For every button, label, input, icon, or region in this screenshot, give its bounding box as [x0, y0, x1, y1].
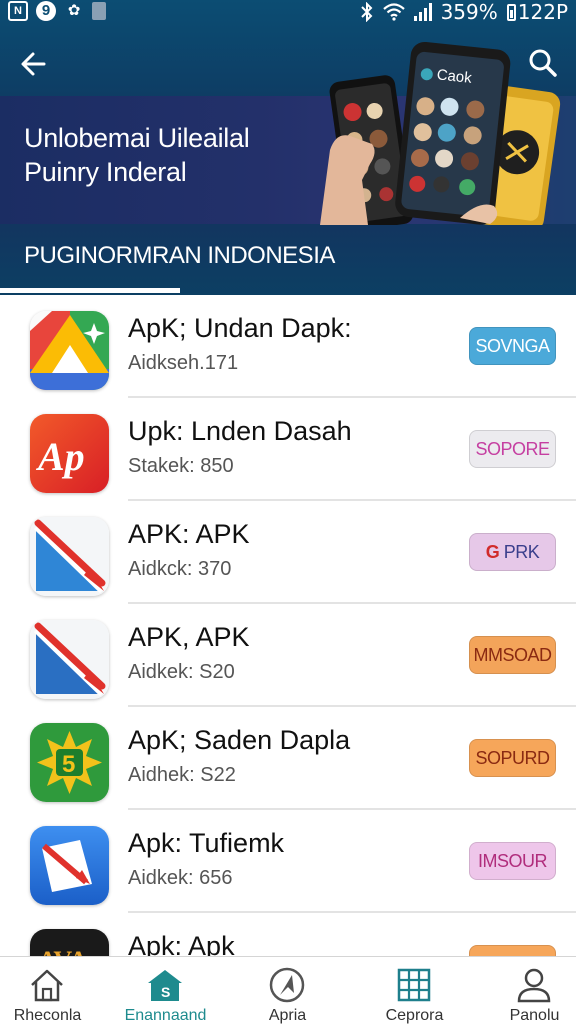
nav-item-apria[interactable]: Apria — [230, 957, 345, 1024]
file-icon — [92, 2, 106, 20]
list-item[interactable]: Apk: Tufiemk Aidkek: 656 IMSOUR — [0, 810, 576, 913]
battery-icon — [506, 3, 516, 21]
bottom-nav: Rheconla S Enannaand Apria Ceprora Panol… — [0, 956, 576, 1024]
svg-text:S: S — [161, 984, 170, 1000]
list-item[interactable]: AVA Apk: Apk — [0, 913, 576, 956]
list-item[interactable]: ApK; Undan Dapk: Aidkseh.171 SOVNGA — [0, 295, 576, 398]
banner-title-line2: Puinry Inderal — [24, 157, 187, 187]
compass-icon — [269, 967, 305, 1003]
app-name: Apk: Apk — [128, 931, 235, 956]
nav-label: Enannaand — [124, 1007, 207, 1024]
list-item[interactable]: APK, APK Aidkek: S20 MMSOAD — [0, 604, 576, 707]
app-script-text: Ap — [35, 434, 85, 479]
app-script-icon: Ap — [30, 414, 109, 493]
circle-9-icon: 9 — [36, 1, 56, 21]
document-arrow-icon — [30, 826, 109, 905]
phones-illustration: Caok — [320, 41, 561, 225]
list-item[interactable]: APK: APK Aidkck: 370 G PRK — [0, 501, 576, 604]
puzzle-icon: ✿ — [67, 2, 81, 19]
battery-percent: 359% — [440, 0, 498, 24]
home-icon — [31, 969, 63, 1002]
app-subtitle: Aidkek: 656 — [128, 867, 233, 889]
app-action-label: PRK — [503, 542, 540, 562]
app-name: APK, APK — [128, 622, 250, 652]
app-subtitle: Stakek: 850 — [128, 455, 234, 477]
app-name: Upk: Lnden Dasah — [128, 416, 352, 446]
sun-digit: 5 — [62, 751, 75, 778]
tab-indicator — [0, 288, 180, 293]
nav-item-rheconla[interactable]: Rheconla — [0, 957, 105, 1024]
app-subtitle: Aidhek: S22 — [128, 764, 236, 786]
back-button[interactable] — [16, 46, 52, 82]
status-time: 122P — [517, 0, 568, 24]
ava-icon: AVA — [30, 929, 109, 956]
ava-text: AVA — [38, 946, 88, 956]
n-badge-icon: N — [8, 1, 28, 21]
bluetooth-icon — [360, 2, 372, 22]
app-action-button[interactable]: MMSOAD — [469, 636, 556, 674]
signal-icon — [413, 3, 432, 21]
list-item[interactable]: Ap Upk: Lnden Dasah Stakek: 850 SOPORE — [0, 398, 576, 501]
app-name: ApK; Saden Dapla — [128, 725, 351, 755]
app-action-button[interactable]: SOVNGA — [469, 327, 556, 365]
store-icon: S — [148, 970, 182, 1001]
app-action-button[interactable]: SOPURD — [469, 739, 556, 777]
app-action-button[interactable] — [469, 945, 556, 956]
app-name: APK: APK — [128, 519, 250, 549]
arrow-left-icon — [21, 52, 46, 76]
banner-title-line1: Unlobemai Uileailal — [24, 123, 250, 153]
tent-icon — [30, 311, 109, 390]
arrow-triangle-icon — [30, 620, 109, 699]
nav-item-ceprora[interactable]: Ceprora — [357, 957, 472, 1024]
app-action-button[interactable]: G PRK — [469, 533, 556, 571]
app-header: N 9 ✿ 359% 122P Unlobemai Uileailal Puin… — [0, 0, 576, 295]
nav-item-enannaand[interactable]: S Enannaand — [108, 957, 223, 1024]
c-logo-icon: G — [485, 542, 500, 562]
profile-icon — [517, 968, 551, 1003]
list-item[interactable]: 5 ApK; Saden Dapla Aidhek: S22 SOPURD — [0, 707, 576, 810]
banner-title: Unlobemai Uileailal Puinry Inderal — [24, 121, 324, 189]
app-list: ApK; Undan Dapk: Aidkseh.171 SOVNGA Ap U… — [0, 295, 576, 956]
wifi-icon — [382, 3, 405, 21]
app-action-button[interactable]: IMSOUR — [469, 842, 556, 880]
nav-label: Apria — [268, 1007, 307, 1024]
app-subtitle: Aidkek: S20 — [128, 661, 235, 683]
status-bar: N 9 ✿ 359% 122P — [0, 0, 576, 26]
app-subtitle: Aidkseh.171 — [128, 352, 239, 374]
nav-label: Rheconla — [13, 1007, 82, 1024]
tab-indonesia[interactable]: PUGINORMRAN INDONESIA — [24, 242, 335, 270]
app-name: ApK; Undan Dapk: — [128, 313, 352, 343]
nav-label: Panolu — [509, 1007, 560, 1024]
nav-item-panolu[interactable]: Panolu — [477, 957, 576, 1024]
arrow-triangle-icon — [30, 517, 109, 596]
nav-label: Ceprora — [385, 1007, 444, 1024]
app-action-button[interactable]: SOPORE — [469, 430, 556, 468]
sun-five-icon: 5 — [30, 723, 109, 802]
app-name: Apk: Tufiemk — [128, 828, 285, 858]
app-subtitle: Aidkck: 370 — [128, 558, 232, 580]
grid-icon — [397, 968, 431, 1002]
